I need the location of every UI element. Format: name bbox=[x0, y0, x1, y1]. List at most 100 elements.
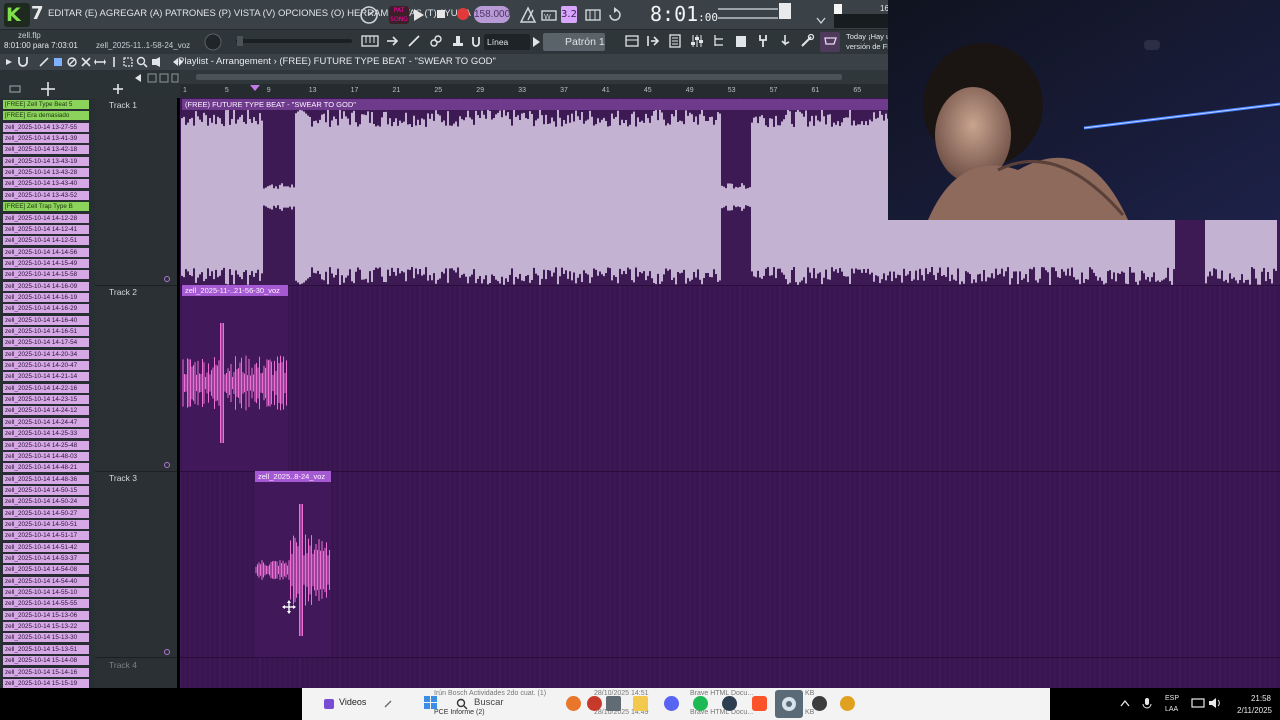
browser-item[interactable]: zell_2025-10-14 14-15-49 bbox=[3, 258, 89, 268]
delete-tool-icon[interactable] bbox=[66, 56, 78, 68]
browser-item[interactable]: zell_2025-10-14 14-22-16 bbox=[3, 383, 89, 393]
pin-icon[interactable] bbox=[383, 699, 393, 709]
browser-item[interactable]: zell_2025-10-14 14-55-10 bbox=[3, 588, 89, 598]
song-position-handle[interactable] bbox=[237, 36, 243, 46]
browser-item[interactable]: zell_2025-10-14 13-43-28 bbox=[3, 168, 89, 178]
browser-item[interactable]: zell_2025-10-14 15-13-22 bbox=[3, 622, 89, 632]
browser-item[interactable]: zell_2025-10-14 14-50-24 bbox=[3, 497, 89, 507]
pencil-icon[interactable] bbox=[406, 33, 422, 49]
vocal-clip-1-header[interactable]: zell_2025-11-..21-56-30_voz bbox=[182, 285, 288, 296]
browser-item[interactable]: zell_2025-10-14 14-16-40 bbox=[3, 315, 89, 325]
browser-item[interactable]: zell_2025-10-14 15-14-16 bbox=[3, 667, 89, 677]
mute-tool-icon[interactable] bbox=[80, 56, 92, 68]
vocal-clip-2-header[interactable]: zell_2025..8-24_voz bbox=[255, 471, 331, 482]
browser-item[interactable]: [FREE] Era demasiado bbox=[3, 111, 89, 121]
track-label-4[interactable]: Track 4 bbox=[109, 660, 137, 670]
pencil-tool-icon[interactable] bbox=[38, 56, 50, 68]
slip-tool-icon[interactable] bbox=[94, 56, 106, 68]
videos-folder-icon[interactable] bbox=[323, 698, 335, 710]
browser-item[interactable]: zell_2025-10-14 14-12-51 bbox=[3, 236, 89, 246]
browser-item[interactable]: zell_2025-10-14 15-13-06 bbox=[3, 610, 89, 620]
scroll-left-icon[interactable] bbox=[132, 72, 144, 84]
shop-button[interactable] bbox=[820, 32, 840, 52]
browser-item[interactable]: zell_2025-10-14 13-42-18 bbox=[3, 145, 89, 155]
browser-item[interactable]: zell_2025-10-14 14-12-28 bbox=[3, 213, 89, 223]
browser-item[interactable]: zell_2025-10-14 14-48-03 bbox=[3, 451, 89, 461]
loop-record-icon[interactable] bbox=[606, 6, 624, 24]
master-pitch-track[interactable] bbox=[718, 17, 778, 19]
zoom-tool-icon[interactable] bbox=[136, 56, 148, 68]
windows-start-icon[interactable] bbox=[424, 696, 438, 710]
recent-item-1[interactable]: Irún Bosch Actividades 2do cuat. (1) bbox=[434, 690, 546, 697]
search-icon[interactable] bbox=[456, 698, 468, 710]
track-1-indicator-icon[interactable] bbox=[163, 275, 171, 283]
slice-tool-icon[interactable] bbox=[108, 56, 120, 68]
browser-item[interactable]: zell_2025-10-14 14-50-15 bbox=[3, 485, 89, 495]
brave-doc-2[interactable]: Brave HTML Docu... bbox=[690, 709, 753, 716]
app-icon-dark[interactable] bbox=[812, 696, 827, 711]
steam-icon[interactable] bbox=[722, 696, 737, 711]
clock-date[interactable]: 2/11/2025 bbox=[1226, 706, 1272, 715]
browser-item[interactable]: zell_2025-10-14 14-16-19 bbox=[3, 292, 89, 302]
discord-icon[interactable] bbox=[664, 696, 679, 711]
language-layout[interactable]: LAA bbox=[1165, 706, 1178, 713]
sample-browser[interactable]: [FREE] Zell Type Beat 5 [FREE] Era demasi… bbox=[0, 98, 95, 688]
app-icon-yellow[interactable] bbox=[840, 696, 855, 711]
play-icon[interactable] bbox=[413, 8, 425, 22]
microphone-icon[interactable] bbox=[1141, 697, 1153, 711]
playlist-icon[interactable] bbox=[624, 33, 640, 49]
browser-item[interactable]: zell_2025-10-14 13-27-55 bbox=[3, 122, 89, 132]
magnet-snap-icon[interactable] bbox=[17, 56, 29, 68]
browser-item[interactable]: zell_2025-10-14 14-48-21 bbox=[3, 463, 89, 473]
faders-icon[interactable] bbox=[689, 33, 705, 49]
track-3-indicator-icon[interactable] bbox=[163, 648, 171, 656]
browser-item[interactable]: zell_2025-10-14 14-21-14 bbox=[3, 372, 89, 382]
stamp-icon[interactable] bbox=[450, 33, 466, 49]
clipboard-icon[interactable] bbox=[733, 33, 749, 49]
browser-item[interactable]: zell_2025-10-14 14-15-58 bbox=[3, 270, 89, 280]
horizontal-scrollbar[interactable] bbox=[196, 74, 842, 80]
arrow-right-icon[interactable] bbox=[384, 33, 400, 49]
playhead-marker-icon[interactable] bbox=[249, 84, 261, 92]
record-icon[interactable] bbox=[456, 7, 470, 21]
plugin-icon[interactable] bbox=[755, 33, 771, 49]
browser-item[interactable]: zell_2025-10-14 14-25-33 bbox=[3, 429, 89, 439]
clock-time[interactable]: 21:58 bbox=[1235, 694, 1271, 703]
paint-tool-icon[interactable] bbox=[52, 56, 64, 68]
metronome-icon[interactable] bbox=[518, 6, 538, 24]
pattern-select[interactable]: Patrón 1 bbox=[543, 33, 605, 51]
tempo-display[interactable]: 158.000 bbox=[474, 6, 510, 23]
fl-studio-taskbar-button[interactable] bbox=[775, 690, 803, 718]
browser-item[interactable]: zell_2025-10-14 14-24-12 bbox=[3, 406, 89, 416]
volume-icon[interactable] bbox=[1208, 697, 1222, 709]
track-label-1[interactable]: Track 1 bbox=[109, 100, 137, 110]
browser-item[interactable]: [FREE] Zell Type Beat 5 bbox=[3, 100, 89, 109]
app-icon-orange[interactable] bbox=[566, 696, 581, 711]
pattern-num-button[interactable]: 3.2 bbox=[561, 6, 577, 23]
browser-item[interactable]: zell_2025-10-14 14-16-29 bbox=[3, 304, 89, 314]
expand-arrow-icon[interactable] bbox=[816, 17, 826, 25]
browser-item[interactable]: [FREE] Zell Trap Type B bbox=[3, 202, 89, 212]
move-cross-icon[interactable] bbox=[40, 81, 56, 97]
news-panel[interactable]: Today ¡Hay u versión de FL bbox=[846, 32, 890, 52]
browser-item[interactable]: zell_2025-10-14 14-50-27 bbox=[3, 508, 89, 518]
magnet-icon[interactable] bbox=[471, 36, 481, 48]
channel-rack-icon[interactable] bbox=[645, 33, 661, 49]
browser-item[interactable]: zell_2025-10-14 14-16-51 bbox=[3, 327, 89, 336]
network-icon[interactable] bbox=[1191, 697, 1205, 709]
browser-item[interactable]: zell_2025-10-14 15-14-08 bbox=[3, 656, 89, 666]
taskbar-search[interactable]: Buscar bbox=[474, 697, 504, 708]
main-volume-knob[interactable] bbox=[203, 32, 223, 52]
browser-item[interactable]: zell_2025-10-14 14-51-42 bbox=[3, 542, 89, 552]
snap-select[interactable]: Línea bbox=[484, 34, 530, 50]
browser-item[interactable]: zell_2025-10-14 14-20-47 bbox=[3, 361, 89, 371]
browser-item[interactable]: zell_2025-10-14 14-51-17 bbox=[3, 531, 89, 541]
playlist-menu-arrow-icon[interactable] bbox=[4, 57, 14, 67]
add-track-icon[interactable] bbox=[112, 83, 124, 95]
browser-item[interactable]: zell_2025-10-14 14-54-40 bbox=[3, 576, 89, 586]
touch-icon[interactable] bbox=[777, 33, 793, 49]
brave-doc-1[interactable]: Brave HTML Docu... bbox=[690, 690, 753, 697]
master-volume-track[interactable] bbox=[718, 8, 778, 10]
browser-item[interactable]: zell_2025-10-14 14-54-08 bbox=[3, 565, 89, 575]
browser-item[interactable]: zell_2025-10-14 15-13-51 bbox=[3, 644, 89, 654]
